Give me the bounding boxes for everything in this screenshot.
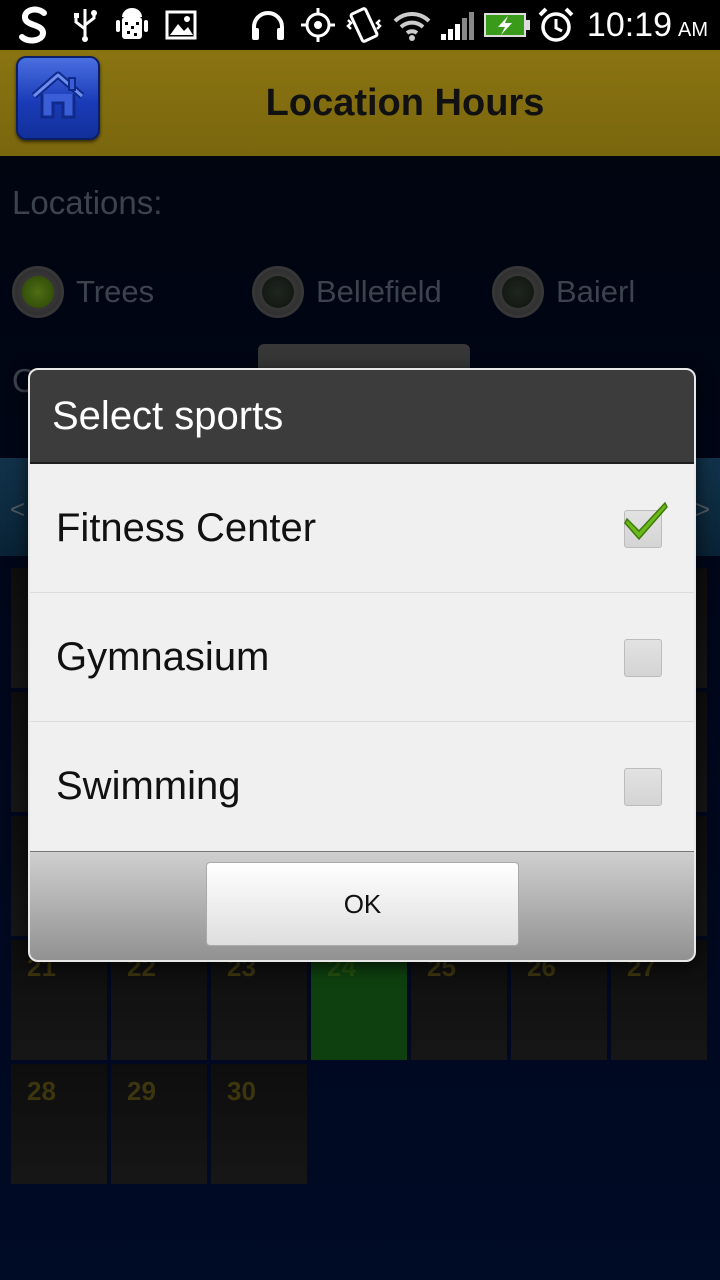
gps-icon xyxy=(298,6,338,44)
clock-ampm: AM xyxy=(678,19,708,41)
android-debug-icon xyxy=(114,6,150,44)
checkbox[interactable] xyxy=(624,768,662,806)
sport-item-label: Fitness Center xyxy=(56,505,317,550)
dialog-title: Select sports xyxy=(30,370,694,464)
usb-icon xyxy=(70,6,100,44)
sport-item-swimming[interactable]: Swimming xyxy=(30,722,694,851)
sport-item-label: Gymnasium xyxy=(56,634,270,679)
home-button[interactable] xyxy=(16,56,100,140)
image-icon xyxy=(164,6,198,44)
ok-button[interactable]: OK xyxy=(206,862,519,946)
headphones-icon xyxy=(248,6,288,44)
select-sports-dialog: Select sports Fitness Center Gymnasium S… xyxy=(28,368,696,962)
page-title: Location Hours xyxy=(265,81,545,124)
s-app-icon xyxy=(16,6,52,44)
status-bar: 10:19 AM xyxy=(0,0,720,50)
vibrate-icon xyxy=(344,6,384,44)
battery-charging-icon xyxy=(484,6,532,44)
clock-time: 10:19 xyxy=(586,6,672,44)
sport-item-label: Swimming xyxy=(56,764,241,808)
wifi-icon xyxy=(392,6,432,44)
alarm-icon xyxy=(536,6,576,44)
signal-icon xyxy=(438,6,478,44)
sports-list: Fitness Center Gymnasium Swimming xyxy=(30,464,694,851)
clock: 10:19 AM xyxy=(587,6,708,44)
home-icon xyxy=(30,70,86,127)
app-header: Location Hours xyxy=(0,50,720,156)
checkbox-checked[interactable] xyxy=(624,501,668,548)
checkmark-icon xyxy=(624,501,668,541)
sport-item-gymnasium[interactable]: Gymnasium xyxy=(30,593,694,722)
sport-item-fitness-center[interactable]: Fitness Center xyxy=(30,464,694,593)
checkbox[interactable] xyxy=(624,639,662,677)
dialog-footer: OK xyxy=(30,851,694,960)
